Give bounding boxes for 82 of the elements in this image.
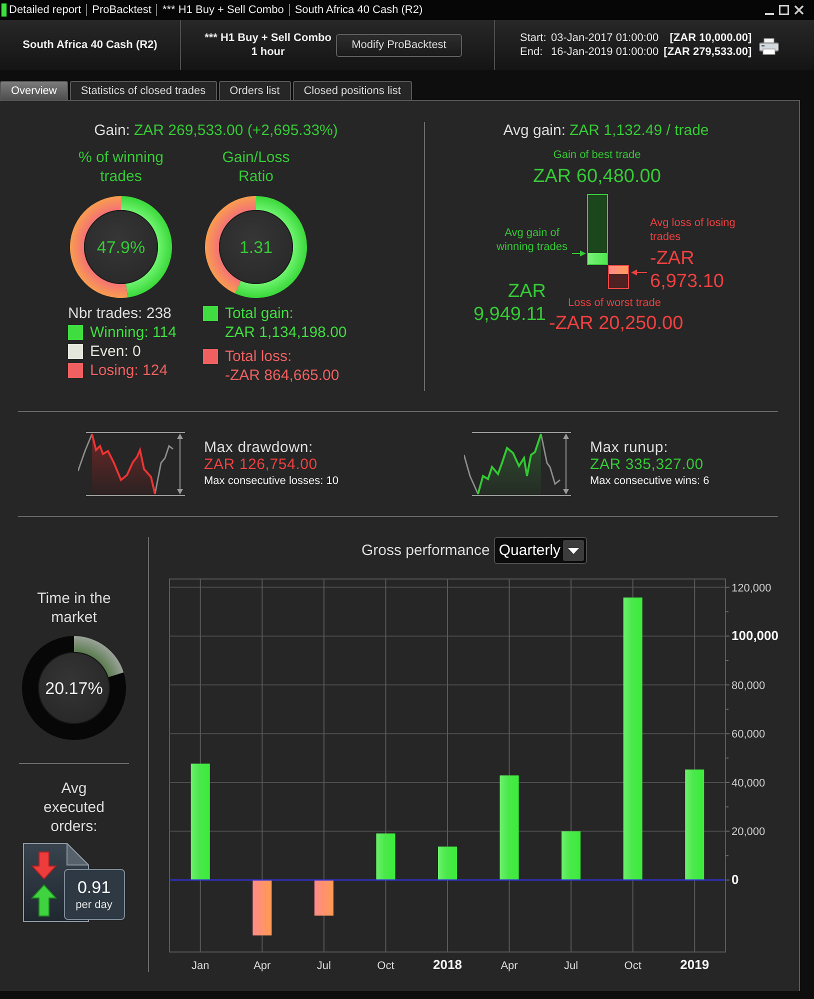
performance-bar	[314, 880, 334, 916]
title-label: *** H1 Buy + Sell Combo	[156, 4, 289, 16]
gauge-title: % of winning trades	[77, 148, 165, 186]
metric-value: ZAR 126,754.00	[204, 456, 318, 472]
tab[interactable]: Orders list	[218, 81, 291, 100]
y-axis-label: 40,000	[732, 777, 766, 790]
tab[interactable]: Statistics of closed trades	[70, 81, 217, 100]
caret-icon	[562, 540, 584, 561]
metric-detail: Max consecutive losses: 10	[204, 474, 339, 488]
rate-value: 0.91	[77, 878, 111, 898]
strategy-name: *** H1 Buy + Sell Combo	[204, 31, 332, 45]
rate-unit: per day	[76, 898, 112, 912]
legend-label: Even: 0	[90, 342, 141, 361]
tab[interactable]: Closed positions list	[292, 81, 412, 100]
avg-win-value: ZAR 9,949.11	[472, 280, 546, 326]
metric-detail: Max consecutive wins: 6	[590, 474, 710, 488]
total-value: -ZAR 864,665.00	[225, 366, 340, 385]
period-date: 16-Jan-2019 01:00:00	[551, 45, 659, 59]
time-in-market-title: Time in the market	[36, 589, 112, 627]
instrument-name: South Africa 40 Cash (R2)	[22, 39, 158, 51]
total-label: Total loss:	[225, 347, 292, 366]
metric-title: Max runup:	[590, 438, 668, 456]
avg-loss-value: -ZAR 6,973.10	[650, 247, 725, 293]
y-axis-label: 20,000	[732, 826, 766, 838]
total-value: ZAR 1,134,198.00	[225, 323, 347, 342]
x-axis-label: Oct	[377, 960, 394, 972]
avg-gain-label: Avg gain:	[503, 122, 566, 140]
gauge-value: 47.9%	[96, 238, 146, 257]
title-label: South Africa 40 Cash (R2)	[288, 4, 428, 16]
gauge-value: 1.31	[239, 238, 273, 257]
period-label: End:	[520, 45, 544, 59]
y-axis-label: 80,000	[732, 680, 766, 692]
period-capital: [ZAR 279,533.00]	[664, 45, 752, 59]
period-capital: [ZAR 10,000.00]	[670, 31, 752, 45]
x-axis-label: Apr	[254, 960, 271, 972]
leader-arrow	[631, 269, 647, 276]
close-icon[interactable]	[794, 5, 804, 15]
avg-win-label: Avg gain of winning trades	[496, 226, 568, 254]
trade-count: Nbr trades: 238	[68, 304, 172, 323]
printer-icon[interactable]	[758, 38, 779, 54]
worst-trade-value: -ZAR 20,250.00	[549, 313, 684, 335]
x-axis-label: Oct	[624, 960, 642, 972]
title-label: Detailed report	[8, 4, 82, 16]
metric-value: ZAR 335,327.00	[590, 456, 704, 472]
best-trade-value: ZAR 60,480.00	[533, 166, 661, 188]
total-label: Total gain:	[225, 304, 294, 323]
period-dropdown[interactable]: Quarterly	[494, 537, 587, 564]
performance-bar	[438, 846, 457, 880]
legend-label: Losing: 124	[90, 361, 168, 380]
worst-trade-label: Loss of worst trade	[568, 296, 661, 310]
period-label: Start:	[520, 31, 546, 45]
legend-label: Winning: 114	[90, 323, 176, 342]
app-icon	[1, 3, 7, 17]
y-axis-label: 60,000	[732, 728, 766, 741]
avg-loss-label: Avg loss of losing trades	[650, 216, 736, 244]
y-axis-label: 120,000	[732, 582, 772, 594]
tab[interactable]: Overview	[0, 81, 68, 100]
timeframe: 1 hour	[251, 45, 285, 59]
title-label: ProBacktest	[86, 4, 156, 16]
x-axis-label: Apr	[500, 960, 518, 972]
gauge-title: Gain/Loss Ratio	[221, 148, 291, 186]
chart-title: Gross performance	[361, 542, 490, 559]
x-axis-label: 2018	[433, 957, 462, 972]
performance-bar	[376, 833, 396, 880]
x-axis-label: 2019	[680, 957, 710, 972]
period-date: 03-Jan-2017 01:00:00	[551, 31, 659, 45]
performance-bar	[252, 880, 272, 936]
modify-button[interactable]: Modify ProBacktest	[336, 34, 462, 56]
y-axis-label: 100,000	[732, 628, 778, 644]
performance-bar	[562, 831, 581, 880]
y-axis-label: 0	[732, 872, 739, 888]
gauge-value: 20.17%	[45, 679, 103, 698]
metric-title: Max drawdown:	[204, 438, 313, 456]
maximize-icon[interactable]	[779, 5, 789, 15]
x-axis-label: Jan	[192, 960, 210, 972]
gain-label: Gain:	[94, 122, 130, 140]
avg-gain-value: ZAR 1,132.49 / trade	[570, 122, 709, 140]
best-trade-label: Gain of best trade	[553, 148, 641, 162]
x-axis-label: Jul	[564, 960, 578, 972]
orders-title: Avg executed orders:	[42, 779, 106, 836]
x-axis-label: Jul	[316, 960, 331, 972]
gain-value: ZAR 269,533.00 (+2,695.33%)	[134, 122, 338, 140]
